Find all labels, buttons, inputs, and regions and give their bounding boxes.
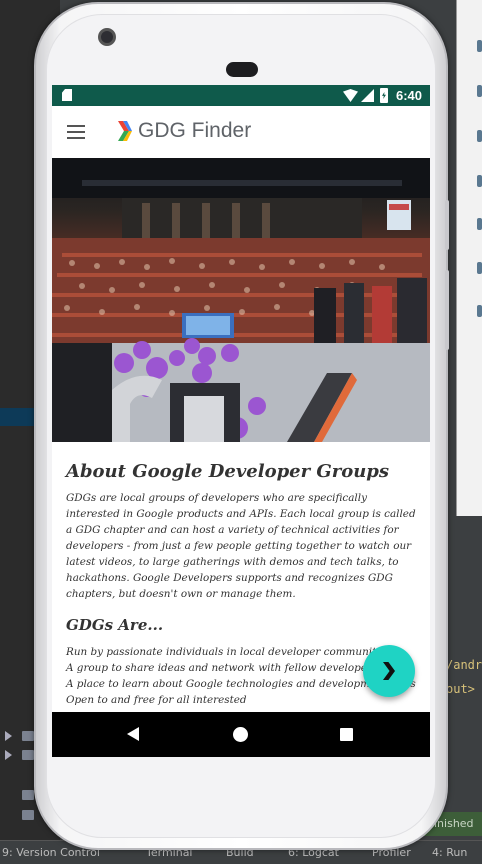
- code-line: out>: [446, 682, 475, 696]
- ide-palette-panel: [456, 0, 482, 516]
- back-icon[interactable]: [127, 727, 139, 741]
- file-icon: [22, 790, 34, 800]
- gdgs-are-title: GDGs Are...: [66, 616, 164, 634]
- gdg-chevron-logo-icon: [118, 121, 132, 141]
- folder-icon: [22, 750, 34, 760]
- list-item: Open to and free for all interested: [66, 694, 247, 706]
- wifi-icon: [343, 89, 358, 102]
- app-bar: GDG Finder: [52, 106, 430, 158]
- next-fab-button[interactable]: [363, 645, 415, 697]
- status-bar: 6:40: [52, 85, 430, 106]
- hero-image: [52, 158, 430, 442]
- palette-icon[interactable]: [477, 305, 482, 317]
- status-time: 6:40: [396, 88, 423, 103]
- about-title: About Google Developer Groups: [66, 461, 390, 482]
- code-line: /andr: [446, 658, 482, 672]
- earpiece-speaker: [226, 62, 258, 77]
- battery-charging-icon: [380, 88, 388, 103]
- about-body: GDGs are local groups of developers who …: [66, 492, 416, 600]
- app-screen: 6:40 GDG Finder About Google Developer G…: [52, 85, 430, 757]
- folder-icon: [22, 731, 34, 741]
- sd-card-icon: [62, 89, 72, 101]
- file-icon: [22, 810, 34, 820]
- palette-icon[interactable]: [477, 262, 482, 274]
- recent-apps-icon[interactable]: [340, 728, 353, 741]
- power-button[interactable]: [445, 200, 449, 250]
- navigation-bar: [52, 712, 430, 757]
- volume-button[interactable]: [445, 270, 449, 350]
- tree-expand-icon[interactable]: [5, 750, 12, 760]
- list-item: Run by passionate individuals in local d…: [66, 646, 392, 658]
- app-title: GDG Finder: [138, 119, 252, 142]
- palette-icon[interactable]: [477, 218, 482, 230]
- palette-icon[interactable]: [477, 85, 482, 97]
- signal-icon: [361, 89, 374, 102]
- chevron-right-icon: [383, 662, 395, 680]
- front-camera-icon: [98, 28, 116, 46]
- palette-icon[interactable]: [477, 175, 482, 187]
- palette-icon[interactable]: [477, 130, 482, 142]
- tool-tab-run[interactable]: 4: Run: [432, 846, 467, 859]
- palette-icon[interactable]: [477, 40, 482, 52]
- hamburger-menu-icon[interactable]: [67, 125, 85, 139]
- home-icon[interactable]: [233, 727, 248, 742]
- conference-audience-photo: [52, 158, 430, 442]
- tree-expand-icon[interactable]: [5, 731, 12, 741]
